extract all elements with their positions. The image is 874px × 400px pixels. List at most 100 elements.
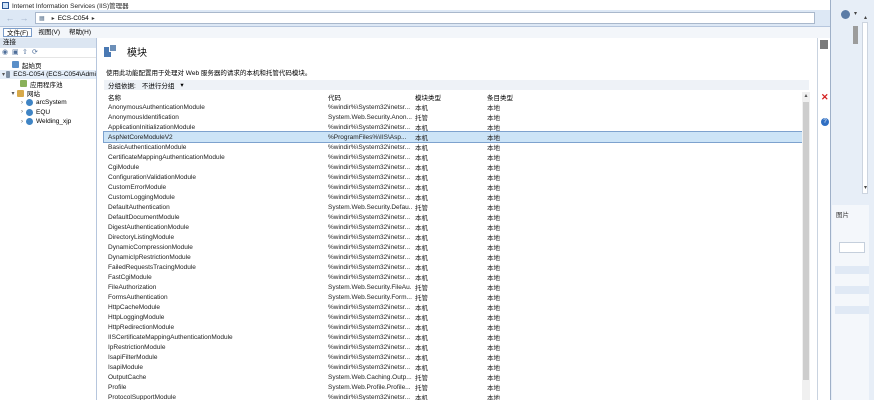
- table-row[interactable]: DefaultDocumentModule %windir%\System32\i…: [104, 212, 808, 223]
- entry-type-cell: 本地: [487, 175, 500, 182]
- entry-type-cell: 本地: [487, 245, 500, 252]
- table-row[interactable]: AnonymousIdentification System.Web.Securi…: [104, 112, 808, 123]
- table-row[interactable]: AspNetCoreModuleV2 %ProgramFiles%\IIS\Asp…: [103, 131, 809, 143]
- table-row[interactable]: DigestAuthenticationModule %windir%\Syste…: [104, 222, 808, 233]
- table-row[interactable]: FailedRequestsTracingModule %windir%\Syst…: [104, 262, 808, 273]
- table-row[interactable]: HttpCacheModule %windir%\System32\inetsr.…: [104, 302, 808, 313]
- scroll-up-arrow-icon[interactable]: ▴: [864, 14, 867, 21]
- module-name-cell: ConfigurationValidationModule: [108, 173, 197, 181]
- breadcrumb-chevron-icon[interactable]: ▸: [52, 15, 55, 22]
- collapse-arrow-icon[interactable]: ›: [18, 119, 26, 125]
- table-row[interactable]: FileAuthorization System.Web.Security.Fil…: [104, 282, 808, 293]
- group-by-label: 分组依据:: [108, 83, 136, 90]
- module-type-cell: 托管: [415, 115, 428, 122]
- table-row[interactable]: HttpLoggingModule %windir%\System32\inets…: [104, 312, 808, 323]
- table-row[interactable]: IsapiModule %windir%\System32\inetsr... 本机…: [104, 362, 808, 373]
- entry-type-cell: 本地: [487, 325, 500, 332]
- table-row[interactable]: ProtocolSupportModule %windir%\System32\i…: [104, 392, 808, 400]
- side-panel-row: [835, 266, 869, 274]
- entry-type-cell: 本地: [487, 275, 500, 282]
- collapse-arrow-icon[interactable]: ›: [18, 109, 26, 115]
- table-row[interactable]: FastCgiModule %windir%\System32\inetsr...…: [104, 272, 808, 283]
- column-header-entry[interactable]: 条目类型: [484, 92, 574, 102]
- up-icon[interactable]: ⇧: [22, 49, 29, 56]
- menu-file[interactable]: 文件(F): [3, 28, 33, 37]
- entry-type-cell: 本地: [487, 135, 500, 142]
- table-row[interactable]: IISCertificateMappingAuthenticationModul…: [104, 332, 808, 343]
- table-row[interactable]: BasicAuthenticationModule %windir%\System…: [104, 142, 808, 153]
- expand-arrow-icon[interactable]: ▾: [9, 90, 17, 97]
- scroll-down-arrow-icon[interactable]: ▾: [864, 184, 867, 191]
- table-row[interactable]: CustomErrorModule %windir%\System32\inets…: [104, 182, 808, 193]
- server-breadcrumb-icon: ▦: [39, 15, 45, 22]
- address-field[interactable]: ▦ ▸ ECS-C054 ▸: [35, 12, 815, 24]
- module-type-cell: 托管: [415, 375, 428, 382]
- tree-item-site-equ[interactable]: › EQU: [0, 108, 96, 118]
- menu-help[interactable]: 帮助(H): [66, 28, 94, 37]
- table-row[interactable]: OutputCache System.Web.Caching.Outp... 托管 本…: [104, 372, 808, 383]
- module-type-cell: 本机: [415, 185, 428, 192]
- tree-item-site-arcsystem[interactable]: › arcSystem: [0, 98, 96, 108]
- tree-item-sites[interactable]: ▾ 网站: [0, 89, 96, 98]
- connections-title: 连接: [0, 38, 96, 48]
- column-header-code[interactable]: 代码: [326, 92, 412, 102]
- tree-item-server[interactable]: ▾ ECS-C054 (ECS-C054\Admi: [0, 69, 96, 79]
- module-code-cell: System.Web.Profile.Profile...: [328, 383, 411, 391]
- entry-type-cell: 本地: [487, 395, 500, 400]
- table-row[interactable]: CgiModule %windir%\System32\inetsr... 本机 本地: [104, 162, 808, 173]
- breadcrumb-chevron-icon[interactable]: ▸: [92, 15, 95, 22]
- save-icon[interactable]: ▣: [12, 49, 19, 56]
- forward-arrow-icon[interactable]: →: [17, 13, 31, 24]
- table-row[interactable]: ApplicationInitializationModule %windir%\…: [104, 122, 808, 133]
- back-arrow-icon[interactable]: ←: [3, 13, 17, 24]
- module-type-cell: 托管: [415, 285, 428, 292]
- tree-item-site-welding[interactable]: › Welding_xjp: [0, 117, 96, 127]
- column-header-type[interactable]: 模块类型: [412, 92, 484, 102]
- table-row[interactable]: ConfigurationValidationModule %windir%\Sy…: [104, 172, 808, 183]
- collapse-arrow-icon[interactable]: ›: [18, 100, 26, 106]
- side-panel-button[interactable]: [839, 242, 865, 253]
- table-row[interactable]: CertificateMappingAuthenticationModule %w…: [104, 152, 808, 163]
- table-row[interactable]: DirectoryListingModule %windir%\System32\…: [104, 232, 808, 243]
- table-row[interactable]: CustomLoggingModule %windir%\System32\ine…: [104, 192, 808, 203]
- help-icon[interactable]: ?: [821, 118, 829, 126]
- tree-item-start-page[interactable]: 起始页: [0, 60, 96, 70]
- module-code-cell: %ProgramFiles%\IIS\Asp...: [328, 133, 407, 141]
- table-scrollbar[interactable]: ▴: [802, 92, 810, 400]
- side-scrollbar[interactable]: [862, 22, 868, 194]
- menu-view[interactable]: 视图(V): [35, 28, 63, 37]
- module-type-cell: 本机: [415, 305, 428, 312]
- table-row[interactable]: Profile System.Web.Profile.Profile... 托管 本地: [104, 382, 808, 393]
- module-name-cell: CustomLoggingModule: [108, 193, 175, 201]
- table-row[interactable]: FormsAuthentication System.Web.Security.F…: [104, 292, 808, 303]
- chevron-down-icon[interactable]: ▾: [854, 10, 857, 17]
- module-code-cell: %windir%\System32\inetsr...: [328, 163, 411, 171]
- table-row[interactable]: IpRestrictionModule %windir%\System32\ine…: [104, 342, 808, 353]
- column-header-name[interactable]: 名称: [104, 92, 326, 102]
- scroll-up-arrow-icon[interactable]: ▴: [802, 92, 810, 100]
- refresh-icon[interactable]: ⟳: [32, 49, 39, 56]
- table-row[interactable]: IsapiFilterModule %windir%\System32\inets…: [104, 352, 808, 363]
- table-row[interactable]: AnonymousAuthenticationModule %windir%\Sy…: [104, 102, 808, 113]
- scrollbar-thumb[interactable]: [803, 102, 809, 380]
- table-row[interactable]: DefaultAuthentication System.Web.Security…: [104, 202, 808, 213]
- module-name-cell: CgiModule: [108, 163, 140, 171]
- table-row[interactable]: DynamicCompressionModule %windir%\System3…: [104, 242, 808, 253]
- pane-handle[interactable]: [820, 40, 828, 49]
- breadcrumb-server[interactable]: ECS-C054: [58, 15, 89, 22]
- remove-icon[interactable]: ✕: [821, 92, 829, 103]
- tree-item-app-pools[interactable]: 应用程序池: [0, 79, 96, 89]
- entry-type-cell: 本地: [487, 185, 500, 192]
- module-code-cell: %windir%\System32\inetsr...: [328, 103, 411, 111]
- user-icon[interactable]: [841, 10, 850, 19]
- actions-pane-edge: ✕ ?: [817, 38, 830, 400]
- connect-icon[interactable]: ◉: [2, 49, 9, 56]
- module-name-cell: CertificateMappingAuthenticationModule: [108, 153, 225, 161]
- module-type-cell: 托管: [415, 205, 428, 212]
- table-row[interactable]: DynamicIpRestrictionModule %windir%\Syste…: [104, 252, 808, 263]
- group-by-select[interactable]: 不进行分组 ▾: [142, 80, 184, 90]
- table-row[interactable]: HttpRedirectionModule %windir%\System32\i…: [104, 322, 808, 333]
- home-icon: [12, 61, 19, 69]
- module-name-cell: FailedRequestsTracingModule: [108, 263, 196, 271]
- module-code-cell: System.Web.Security.Anon...: [328, 113, 412, 121]
